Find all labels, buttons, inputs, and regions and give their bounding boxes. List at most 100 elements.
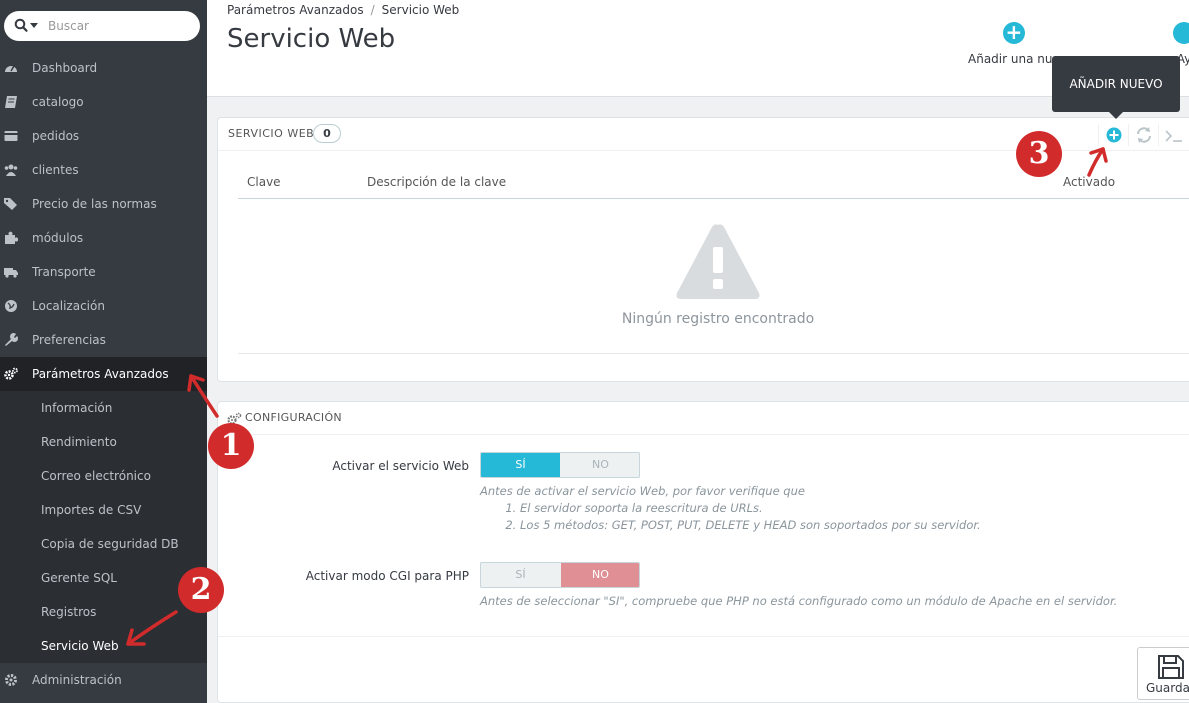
submenu-item-gerente-sql[interactable]: Gerente SQL xyxy=(0,561,207,595)
breadcrumb: Parámetros Avanzados / Servicio Web xyxy=(227,3,459,17)
field-label-cgi-mode: Activar modo CGI para PHP xyxy=(305,569,469,583)
help-list: El servidor soporta la reescritura de UR… xyxy=(480,500,981,534)
page-title: Servicio Web xyxy=(227,24,396,54)
annotation-arrow-1 xyxy=(187,374,219,418)
sidebar-item-dashboard[interactable]: Dashboard xyxy=(0,51,207,85)
submenu-item-label: Gerente SQL xyxy=(41,571,117,585)
sidebar-item-label: Administración xyxy=(32,673,122,687)
search-input[interactable] xyxy=(48,17,193,35)
switch-option-yes[interactable]: SÍ xyxy=(481,563,560,587)
puzzle-icon xyxy=(5,231,18,244)
sidebar-item-catalogo[interactable]: catalogo xyxy=(0,85,207,119)
field-label-enable-webservice: Activar el servicio Web xyxy=(332,459,469,473)
table-header-divider xyxy=(238,198,1189,199)
truck-icon xyxy=(4,268,18,278)
toolbar-add-label: Añadir una nue xyxy=(968,52,1060,66)
cgi-mode-switch[interactable]: SÍ NO xyxy=(480,562,640,588)
column-header-descripcion[interactable]: Descripción de la clave xyxy=(367,175,506,189)
submenu-item-label: Copia de seguridad DB xyxy=(41,537,179,551)
annotation-marker-3: 3 xyxy=(1016,131,1062,177)
sidebar-item-label: Precio de las normas xyxy=(32,197,157,211)
sidebar-item-label: pedidos xyxy=(32,129,80,143)
credit-card-icon xyxy=(4,131,18,141)
count-badge: 0 xyxy=(313,124,341,143)
sidebar-item-administracion[interactable]: Administración xyxy=(0,663,207,697)
help-circle-icon xyxy=(1173,22,1189,44)
search-icon[interactable] xyxy=(14,18,40,34)
sidebar-item-clientes[interactable]: clientes xyxy=(0,153,207,187)
submenu-item-rendimiento[interactable]: Rendimiento xyxy=(0,425,207,459)
help-text-enable-webservice: Antes de activar el servicio Web, por fa… xyxy=(480,483,981,534)
sql-query-button[interactable] xyxy=(1158,124,1188,146)
sidebar-item-label: Parámetros Avanzados xyxy=(32,367,169,381)
switch-option-yes[interactable]: SÍ xyxy=(481,453,560,477)
empty-message: Ningún registro encontrado xyxy=(621,311,815,327)
toolbar-add-button[interactable]: + Añadir una nue xyxy=(968,22,1060,67)
refresh-button[interactable] xyxy=(1128,124,1158,146)
refresh-icon xyxy=(1136,127,1151,143)
annotation-marker-2: 2 xyxy=(178,567,224,613)
help-list-item: El servidor soporta la reescritura de UR… xyxy=(520,500,981,517)
sidebar-item-localizacion[interactable]: Localización xyxy=(0,289,207,323)
submenu-item-copia-seguridad[interactable]: Copia de seguridad DB xyxy=(0,527,207,561)
terminal-icon xyxy=(1164,130,1182,142)
breadcrumb-item[interactable]: Parámetros Avanzados xyxy=(227,3,364,17)
submenu-item-label: Rendimiento xyxy=(41,435,117,449)
help-intro: Antes de activar el servicio Web, por fa… xyxy=(480,484,805,498)
panel-footer-divider xyxy=(218,636,1189,637)
search-box xyxy=(4,11,200,41)
save-label: Guardar xyxy=(1146,681,1189,695)
sidebar-item-label: Localización xyxy=(32,299,105,313)
sidebar-item-label: Dashboard xyxy=(32,61,98,75)
sidebar-item-pedidos[interactable]: pedidos xyxy=(0,119,207,153)
book-icon xyxy=(5,96,17,108)
plus-circle-icon: + xyxy=(1002,22,1025,44)
page-header: Parámetros Avanzados / Servicio Web Servic… xyxy=(207,0,1189,97)
switch-option-no[interactable]: NO xyxy=(561,563,639,587)
sidebar-item-precio-normas[interactable]: Precio de las normas xyxy=(0,187,207,221)
sidebar-item-transporte[interactable]: Transporte xyxy=(0,255,207,289)
submenu-item-correo[interactable]: Correo electrónico xyxy=(0,459,207,493)
switch-option-no[interactable]: NO xyxy=(561,453,639,477)
users-icon xyxy=(4,164,18,176)
wrench-icon xyxy=(5,333,18,346)
submenu-item-label: Servicio Web xyxy=(41,639,119,653)
configuration-panel: CONFIGURACIÓN Activar el servicio Web SÍ… xyxy=(217,401,1189,703)
column-header-clave[interactable]: Clave xyxy=(247,175,281,189)
sidebar: Dashboard catalogo pedidos clientes Prec… xyxy=(0,0,207,703)
panel-heading: CONFIGURACIÓN xyxy=(218,402,1189,435)
tags-icon xyxy=(4,198,17,210)
floppy-disk-icon xyxy=(1158,655,1184,679)
panel-title: CONFIGURACIÓN xyxy=(245,411,342,424)
submenu-item-label: Correo electrónico xyxy=(41,469,151,483)
help-text-cgi-mode: Antes de seleccionar "SI", compruebe que… xyxy=(480,594,1118,608)
sidebar-item-label: catalogo xyxy=(32,95,84,109)
breadcrumb-item[interactable]: Servicio Web xyxy=(382,3,460,17)
plus-circle-icon xyxy=(1106,127,1121,143)
breadcrumb-separator: / xyxy=(370,3,375,17)
sidebar-item-parametros-avanzados[interactable]: Parámetros Avanzados xyxy=(0,357,207,391)
help-list-item: Los 5 métodos: GET, POST, PUT, DELETE y … xyxy=(520,517,981,534)
sidebar-item-preferencias[interactable]: Preferencias xyxy=(0,323,207,357)
dashboard-icon xyxy=(5,65,17,72)
gear-icon xyxy=(5,674,17,686)
submenu-item-label: Importes de CSV xyxy=(41,503,142,517)
sidebar-item-label: módulos xyxy=(32,231,84,245)
enable-webservice-switch[interactable]: SÍ NO xyxy=(480,452,640,478)
table-bottom-divider xyxy=(238,353,1189,354)
sidebar-item-label: clientes xyxy=(32,163,79,177)
save-button[interactable]: Guardar xyxy=(1137,647,1189,700)
submenu-item-informacion[interactable]: Información xyxy=(0,391,207,425)
annotation-marker-1: 1 xyxy=(208,423,254,469)
cogs-icon xyxy=(4,367,18,380)
warning-icon xyxy=(676,224,760,299)
sidebar-item-modulos[interactable]: módulos xyxy=(0,221,207,255)
submenu-item-label: Información xyxy=(41,401,113,415)
annotation-arrow-3 xyxy=(1087,147,1108,177)
globe-icon xyxy=(5,300,17,312)
sidebar-item-label: Transporte xyxy=(32,265,96,279)
annotation-arrow-2 xyxy=(126,610,178,646)
submenu-item-importes-csv[interactable]: Importes de CSV xyxy=(0,493,207,527)
sidebar-item-label: Preferencias xyxy=(32,333,106,347)
panel-title: SERVICIO WEB xyxy=(228,127,315,140)
